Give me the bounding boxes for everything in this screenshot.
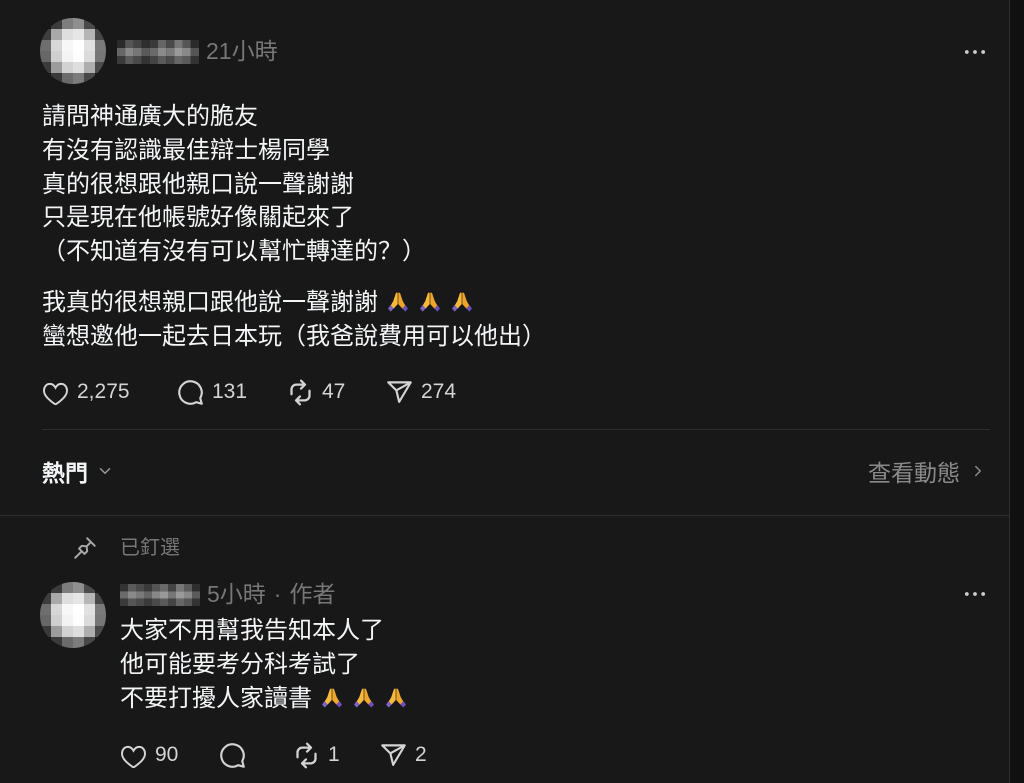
comment-icon [178, 379, 203, 405]
post-text-line: （不知道有沒有可以幫忙轉達的？） [42, 238, 426, 266]
more-icon [964, 592, 986, 596]
post-time-text: 21小時 [206, 38, 278, 64]
heart-icon [121, 745, 146, 768]
folded-hands-emoji [450, 290, 474, 314]
like-count: 2,275 [77, 380, 130, 403]
reply-comment-button[interactable] [219, 741, 246, 769]
comment-button[interactable]: 131 [177, 378, 247, 406]
post-timestamp[interactable]: 21小時 [206, 37, 278, 65]
redacted-username-image [120, 584, 200, 606]
reply-repost-count: 1 [328, 743, 340, 766]
post-action-bar: 2,275 131 47 274 [0, 378, 1009, 406]
post-text-line-content: 我真的很想親口跟他說一聲謝謝 [42, 288, 378, 316]
post-text-line: 請問神通廣大的脆友 [42, 103, 258, 130]
reply-text-line-with-emoji: 不要打擾人家讀書 [120, 682, 408, 716]
reply-share-button[interactable]: 2 [380, 741, 427, 769]
chevron-right-icon [975, 465, 981, 477]
post-divider [42, 429, 990, 430]
reply-like-count: 90 [155, 743, 179, 766]
repost-icon [296, 742, 317, 768]
comment-count: 131 [212, 380, 248, 403]
reply-author-avatar[interactable] [40, 582, 106, 648]
post-text-line: 有沒有認識最佳辯士楊同學 [42, 136, 330, 164]
thread-card: 21小時 請問神通廣大的脆友 有沒有認識最佳辯士楊同學 真的很想跟他親口說一聲謝… [0, 0, 1010, 783]
comment-icon [220, 742, 245, 768]
post-paragraph: 我真的很想親口跟他說一聲謝謝 蠻想邀他一起去日本玩（我爸說費用可以他出） [42, 286, 546, 354]
emoji-group [320, 686, 408, 710]
share-icon [387, 380, 412, 403]
post-paragraph: 請問神通廣大的脆友 有沒有認識最佳辯士楊同學 真的很想跟他親口說一聲謝謝 只是現… [42, 100, 546, 269]
view-activity-link[interactable]: 查看動態 [868, 455, 986, 487]
replies-sort-dropdown[interactable]: 熱門 [42, 455, 114, 487]
reply-author-username-redacted[interactable] [120, 584, 200, 606]
folded-hands-emoji [384, 686, 408, 710]
reply-paragraph: 大家不用幫我告知本人了 他可能要考分科考試了 不要打擾人家讀書 [120, 614, 408, 716]
repost-button[interactable]: 47 [287, 378, 345, 406]
like-button[interactable]: 2,275 [42, 378, 130, 406]
folded-hands-emoji [352, 686, 376, 710]
sort-label: 熱門 [42, 460, 88, 486]
reply-like-button[interactable]: 90 [120, 741, 178, 769]
emoji-group [386, 290, 474, 314]
reply-share-count: 2 [415, 743, 427, 766]
post-text-line: 蠻想邀他一起去日本玩（我爸說費用可以他出） [42, 322, 546, 350]
heart-icon [43, 382, 68, 405]
share-icon [381, 743, 406, 766]
share-button[interactable]: 274 [386, 378, 456, 406]
folded-hands-emoji [418, 290, 442, 314]
more-icon [964, 50, 986, 54]
post-text-line: 只是現在他帳號好像關起來了 [42, 204, 354, 232]
chevron-down-icon [99, 468, 111, 474]
reply-action-bar: 90 1 2 [0, 741, 1009, 769]
redacted-username-image [117, 40, 199, 64]
reply-more-button[interactable] [961, 580, 989, 608]
reply-body: 大家不用幫我告知本人了 他可能要考分科考試了 不要打擾人家讀書 [120, 614, 408, 716]
post-author-avatar[interactable] [40, 18, 106, 84]
view-activity-label: 查看動態 [868, 460, 960, 486]
section-divider [0, 515, 1009, 516]
avatar-image [40, 582, 106, 648]
folded-hands-emoji [320, 686, 344, 710]
post-author-username-redacted[interactable] [117, 40, 199, 64]
pinned-label: 已釘選 [120, 537, 180, 559]
avatar-image [40, 18, 106, 84]
pin-icon [74, 537, 96, 559]
repost-count: 47 [322, 380, 346, 403]
reply-timestamp[interactable]: 5小時 [207, 580, 266, 608]
post-text-line-with-emoji: 我真的很想親口跟他說一聲謝謝 [42, 286, 546, 320]
reply-repost-button[interactable]: 1 [293, 741, 340, 769]
pin-icon-wrapper [72, 535, 98, 561]
reply-meta: 5小時 · 作者 [207, 580, 335, 608]
post-text-line: 真的很想跟他親口說一聲謝謝 [42, 170, 354, 198]
author-badge: 作者 [289, 581, 336, 607]
reply-text-line-content: 不要打擾人家讀書 [120, 685, 312, 712]
post-body: 請問神通廣大的脆友 有沒有認識最佳辯士楊同學 真的很想跟他親口說一聲謝謝 只是現… [42, 100, 546, 354]
reply-text-line: 大家不用幫我告知本人了 [120, 617, 384, 644]
meta-separator: · [273, 581, 282, 607]
reply-text-line: 他可能要考分科考試了 [120, 651, 360, 678]
repost-icon [290, 379, 311, 405]
post-more-button[interactable] [961, 38, 989, 66]
folded-hands-emoji [386, 290, 410, 314]
share-count: 274 [421, 380, 457, 403]
